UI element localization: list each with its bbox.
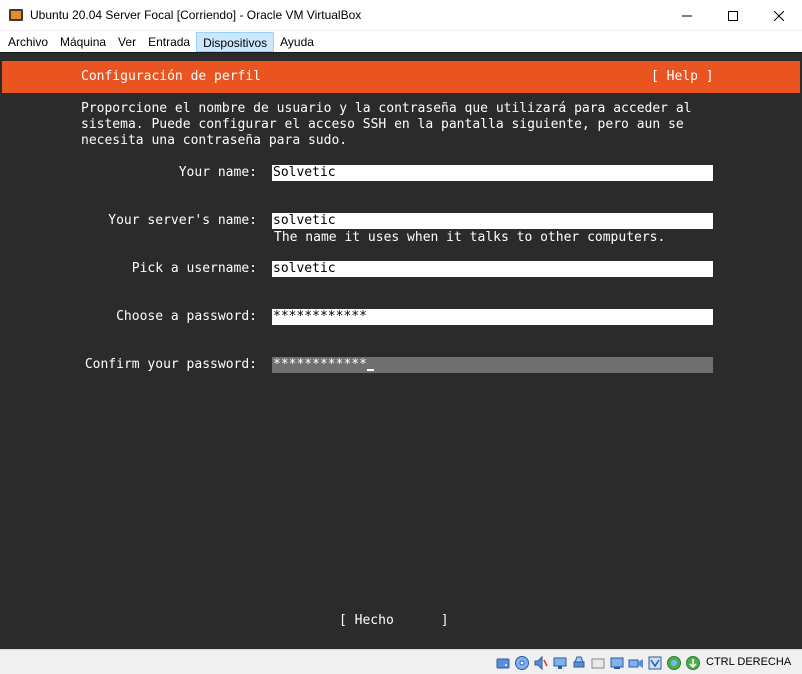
virtualbox-icon (9, 9, 23, 21)
host-key-arrow-icon (686, 656, 700, 670)
usb-icon[interactable] (571, 655, 587, 671)
optical-disk-icon[interactable] (514, 655, 530, 671)
password-label: Choose a password: (116, 309, 257, 324)
vm-screen[interactable]: Configuración de perfil [ Help ] Proporc… (0, 52, 802, 649)
shared-folder-icon[interactable] (590, 655, 606, 671)
username-label: Pick a username: (131, 261, 257, 276)
server-name-hint: The name it uses when it talks to other … (274, 230, 666, 245)
status-icons (495, 655, 701, 671)
close-icon (774, 10, 784, 21)
host-key-label: CTRL DERECHA (706, 656, 792, 668)
network-icon[interactable] (552, 655, 568, 671)
minimize-icon (682, 15, 692, 16)
confirm-password-label: Confirm your password: (84, 357, 257, 372)
menu-ayuda[interactable]: Ayuda (274, 32, 320, 52)
status-bar: CTRL DERECHA (0, 649, 802, 674)
text-cursor (366, 357, 374, 371)
mouse-integration-icon[interactable] (666, 655, 682, 671)
menu-maquina[interactable]: Máquina (54, 32, 112, 52)
confirm-password-value: ************ (273, 357, 367, 372)
minimize-button[interactable] (664, 0, 710, 31)
server-name-label: Your server's name: (108, 213, 257, 228)
done-button[interactable]: [ Hecho ] (339, 613, 449, 629)
server-name-field[interactable]: solvetic (272, 213, 713, 229)
confirm-password-field[interactable]: ************ (272, 357, 713, 373)
your-name-field[interactable]: Solvetic (272, 165, 713, 181)
virtualization-icon (648, 656, 662, 670)
page-title: Configuración de perfil (81, 69, 262, 84)
menu-dispositivos[interactable]: Dispositivos (196, 31, 275, 52)
your-name-label: Your name: (178, 165, 257, 180)
installer-header: Configuración de perfil [ Help ] (2, 61, 800, 93)
display-icon[interactable] (609, 655, 625, 671)
username-field[interactable]: solvetic (272, 261, 713, 277)
video-capture-icon[interactable] (628, 655, 644, 671)
maximize-button[interactable] (710, 0, 756, 31)
maximize-icon (728, 10, 738, 21)
help-button[interactable]: [ Help ] (651, 69, 714, 85)
close-button[interactable] (756, 0, 802, 31)
installer-description: Proporcione el nombre de usuario y la co… (81, 101, 692, 148)
audio-icon[interactable] (533, 655, 549, 671)
menu-entrada[interactable]: Entrada (142, 32, 196, 52)
menu-ver[interactable]: Ver (112, 32, 142, 52)
hard-disk-icon[interactable] (495, 655, 511, 671)
window-titlebar: Ubuntu 20.04 Server Focal [Corriendo] - … (0, 0, 802, 31)
menu-bar: Archivo Máquina Ver Entrada Dispositivos… (0, 31, 802, 52)
window-title: Ubuntu 20.04 Server Focal [Corriendo] - … (30, 8, 362, 22)
password-field[interactable]: ************ (272, 309, 713, 325)
menu-archivo[interactable]: Archivo (2, 32, 54, 52)
